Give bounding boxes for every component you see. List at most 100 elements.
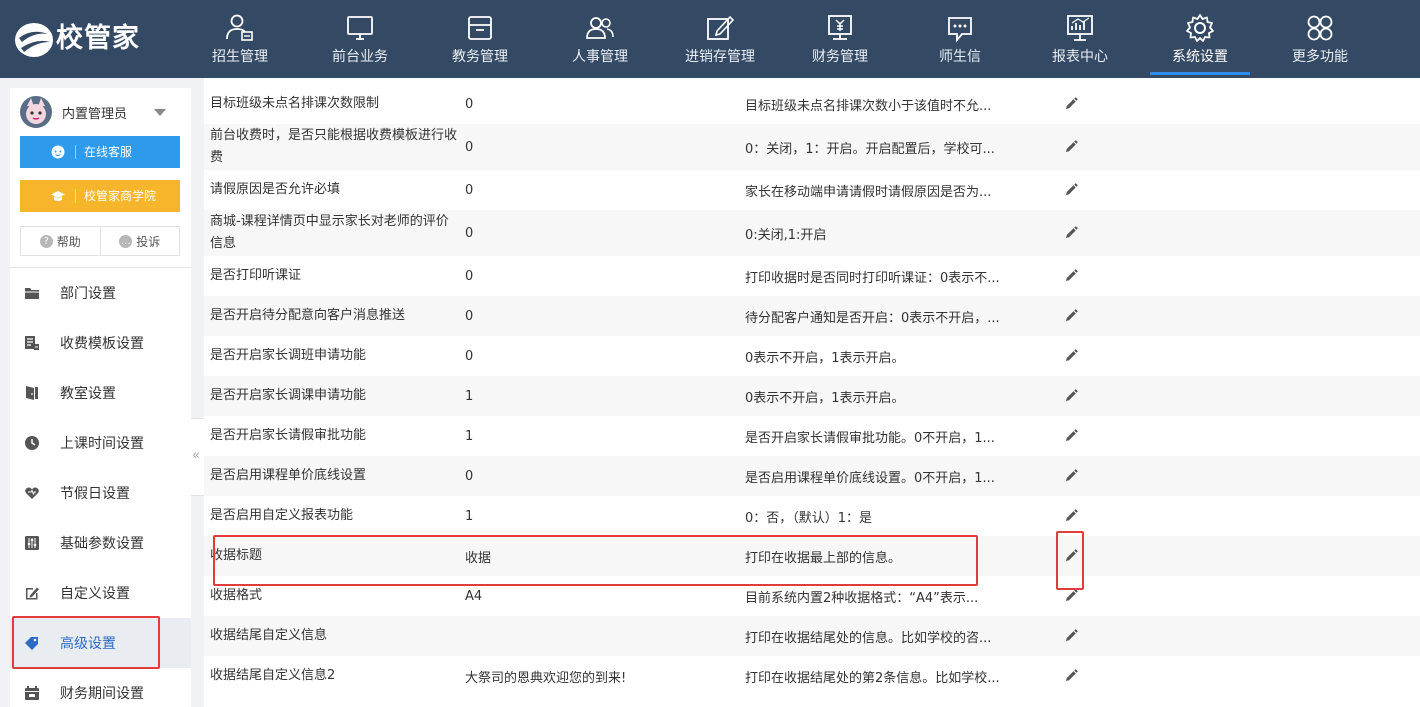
edit-pencil-icon[interactable] xyxy=(1063,468,1079,484)
folder-icon xyxy=(25,288,39,299)
sidebar-menu-item-5[interactable]: 基础参数设置 xyxy=(10,518,191,568)
table-row: 是否开启待分配意向客户消息推送 0 待分配客户通知是否开启：0表示不开启，... xyxy=(204,296,1420,336)
setting-value: 0 xyxy=(465,268,474,284)
nav-item-label: 财务管理 xyxy=(812,49,868,65)
setting-description: 是否开启家长请假审批功能。0不开启，1... xyxy=(745,430,995,446)
yen-screen-icon xyxy=(828,15,852,40)
table-row: 是否开启家长请假审批功能 1 是否开启家长请假审批功能。0不开启，1... xyxy=(204,416,1420,456)
avatar xyxy=(20,96,52,128)
caret-down-icon[interactable] xyxy=(154,109,166,116)
top-navigation-bar: 校管家 招生管理 前台业务 教务管理 人事管理 进销存管理 财务管理 师生信 报表中心 系统设置… xyxy=(0,0,1420,78)
box-icon xyxy=(468,16,492,40)
setting-value: 0 xyxy=(465,139,474,155)
sidebar-menu-item-2[interactable]: 教室设置 xyxy=(10,368,191,418)
sidebar-menu-item-4[interactable]: 节假日设置 xyxy=(10,468,191,518)
table-row: 收据结尾自定义信息 打印在收据结尾处的信息。比如学校的咨... xyxy=(204,616,1420,656)
door-icon xyxy=(26,386,38,400)
setting-value: 1 xyxy=(465,388,474,404)
nav-item-label: 师生信 xyxy=(939,49,981,65)
online-service-button[interactable]: 在线客服 xyxy=(20,136,180,168)
user-menu[interactable]: 内置管理员 xyxy=(20,96,180,128)
setting-name: 是否开启家长调课申请功能 xyxy=(210,388,367,403)
sidebar-menu-label: 高级设置 xyxy=(60,636,116,652)
setting-description: 目标班级未点名排课次数小于该值时不允... xyxy=(745,98,992,114)
edit-pencil-icon[interactable] xyxy=(1063,308,1079,324)
clock-icon xyxy=(25,436,39,450)
nav-item-label: 系统设置 xyxy=(1172,49,1228,65)
setting-name: 前台收费时，是否只能根据收费模板进行收费 xyxy=(210,128,458,165)
sidebar-collapse-toggle[interactable]: « xyxy=(191,418,205,496)
academy-button[interactable]: 校管家商学院 xyxy=(20,180,180,212)
app-logo[interactable]: 校管家 xyxy=(0,0,170,78)
edit-pencil-icon[interactable] xyxy=(1063,668,1079,684)
edit-pencil-icon[interactable] xyxy=(1063,508,1079,524)
nav-item-0[interactable]: 招生管理 xyxy=(180,0,300,78)
edit-pencil-icon[interactable] xyxy=(1063,588,1079,604)
sidebar-menu-item-7[interactable]: 高级设置 xyxy=(10,618,191,668)
headset-icon xyxy=(51,145,65,159)
active-tab-indicator xyxy=(1150,72,1250,75)
nav-item-label: 更多功能 xyxy=(1292,49,1348,65)
graduation-cap-icon xyxy=(51,191,65,201)
edit-pencil-icon[interactable] xyxy=(1063,348,1079,364)
sidebar-menu-label: 自定义设置 xyxy=(60,586,130,602)
nav-item-label: 前台业务 xyxy=(332,49,388,65)
setting-description: 0：否，（默认）1：是 xyxy=(745,510,873,526)
setting-value: 0 xyxy=(465,468,474,484)
sidebar-menu-item-6[interactable]: 自定义设置 xyxy=(10,568,191,618)
edit-pencil-icon[interactable] xyxy=(1063,225,1079,241)
heart-icon xyxy=(25,487,39,499)
sidebar-menu-item-8[interactable]: 财务期间设置 xyxy=(10,668,191,707)
nav-item-8[interactable]: 系统设置 xyxy=(1140,0,1260,78)
nav-item-6[interactable]: 师生信 xyxy=(900,0,1020,78)
sidebar-menu-item-3[interactable]: 上课时间设置 xyxy=(10,418,191,468)
template-icon xyxy=(25,336,39,350)
logo-text: 校管家 xyxy=(56,23,140,54)
table-row: 商城-课程详情页中显示家长对老师的评价信息 0 0:关闭,1:开启 xyxy=(204,210,1420,256)
sidebar-menu-label: 教室设置 xyxy=(60,386,116,402)
nav-item-2[interactable]: 教务管理 xyxy=(420,0,540,78)
table-row: 收据结尾自定义信息2 大祭司的恩典欢迎您的到来! 打印在收据结尾处的第2条信息。比如… xyxy=(204,656,1420,696)
edit-pencil-icon[interactable] xyxy=(1063,268,1079,284)
sidebar-menu-item-0[interactable]: 部门设置 xyxy=(10,268,191,318)
setting-value xyxy=(465,616,725,656)
setting-description: 打印在收据最上部的信息。 xyxy=(745,550,902,566)
user-name: 内置管理员 xyxy=(62,107,128,122)
nav-item-label: 人事管理 xyxy=(572,49,628,65)
nav-item-5[interactable]: 财务管理 xyxy=(780,0,900,78)
sidebar-menu-item-1[interactable]: 收费模板设置 xyxy=(10,318,191,368)
setting-name: 是否启用自定义报表功能 xyxy=(210,508,354,523)
chat-icon xyxy=(948,17,972,43)
edit-pencil-icon[interactable] xyxy=(1063,388,1079,404)
setting-name: 收据结尾自定义信息2 xyxy=(210,668,336,683)
edit-pencil-icon[interactable] xyxy=(1063,96,1079,112)
button-separator xyxy=(75,145,76,159)
nav-item-3[interactable]: 人事管理 xyxy=(540,0,660,78)
sliders-icon xyxy=(25,536,39,550)
edit-pencil-icon[interactable] xyxy=(1063,548,1079,564)
ellipsis-chat-icon: … xyxy=(119,234,133,248)
help-link[interactable]: ? 帮助 xyxy=(21,227,100,255)
setting-description: 0：关闭，1：开启。开启配置后，学校可... xyxy=(745,141,995,157)
setting-name: 请假原因是否允许必填 xyxy=(210,182,341,197)
setting-name: 目标班级未点名排课次数限制 xyxy=(210,96,380,111)
setting-value: 1 xyxy=(465,508,474,524)
setting-value: 0 xyxy=(465,225,474,241)
setting-description: 0表示不开启，1表示开启。 xyxy=(745,350,905,366)
setting-name: 收据格式 xyxy=(210,588,263,603)
button-separator xyxy=(75,189,76,203)
setting-name: 商城-课程详情页中显示家长对老师的评价信息 xyxy=(210,214,449,251)
edit-pencil-icon[interactable] xyxy=(1063,428,1079,444)
tag-icon xyxy=(25,637,38,650)
edit-pencil-icon[interactable] xyxy=(1063,628,1079,644)
nav-item-4[interactable]: 进销存管理 xyxy=(660,0,780,78)
setting-name: 收据标题 xyxy=(210,548,263,563)
sidebar-menu-label: 收费模板设置 xyxy=(60,336,144,352)
nav-item-1[interactable]: 前台业务 xyxy=(300,0,420,78)
nav-item-7[interactable]: 报表中心 xyxy=(1020,0,1140,78)
table-row: 收据格式 A4 目前系统内置2种收据格式：“A4”表示... xyxy=(204,576,1420,616)
edit-pencil-icon[interactable] xyxy=(1063,139,1079,155)
edit-pencil-icon[interactable] xyxy=(1063,182,1079,198)
complaint-link[interactable]: … 投诉 xyxy=(99,227,180,255)
nav-item-9[interactable]: 更多功能 xyxy=(1260,0,1380,78)
